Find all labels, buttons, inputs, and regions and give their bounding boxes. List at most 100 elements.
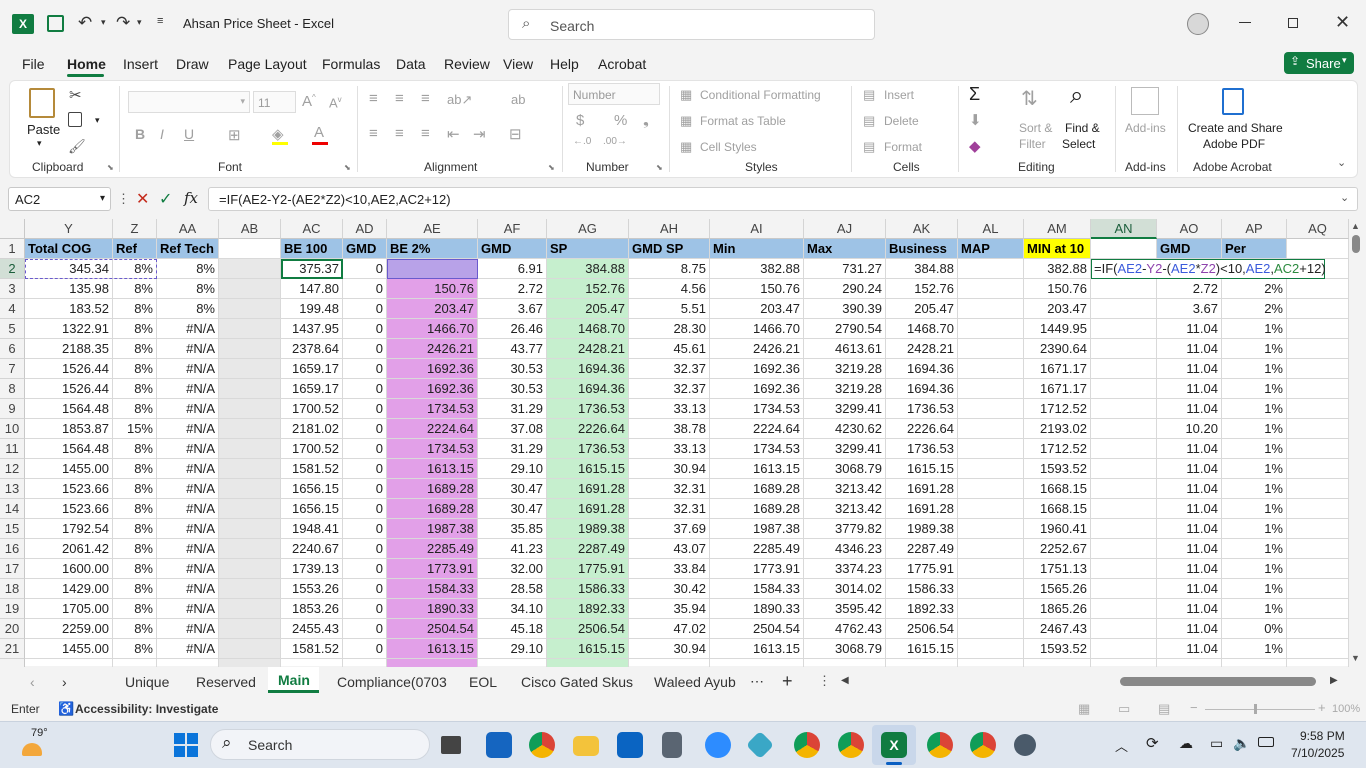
data-cell[interactable]: 30.53 xyxy=(478,359,547,379)
increase-decimal-icon[interactable]: ←.0 xyxy=(573,136,591,147)
data-cell[interactable]: 1960.41 xyxy=(1024,519,1091,539)
data-cell[interactable]: 33.13 xyxy=(629,399,710,419)
data-cell[interactable]: 1668.15 xyxy=(1024,499,1091,519)
vertical-scrollbar[interactable] xyxy=(1349,219,1366,666)
data-cell[interactable]: 30.47 xyxy=(478,499,547,519)
create-pdf-label-1[interactable]: Create and Share xyxy=(1188,121,1283,135)
data-cell[interactable] xyxy=(958,499,1024,519)
data-cell[interactable]: 1584.33 xyxy=(710,579,804,599)
data-cell[interactable] xyxy=(1091,319,1157,339)
scroll-tabs-right-icon[interactable]: › xyxy=(62,674,67,690)
data-cell[interactable]: 43.07 xyxy=(629,539,710,559)
customize-toolbar-icon[interactable]: ≡ xyxy=(157,15,163,27)
data-cell[interactable]: 1712.52 xyxy=(1024,439,1091,459)
data-cell[interactable]: 390.39 xyxy=(804,299,886,319)
data-cell[interactable]: 1694.36 xyxy=(547,359,629,379)
data-cell[interactable]: 11.04 xyxy=(1157,559,1222,579)
data-cell[interactable]: 0 xyxy=(343,259,387,279)
data-cell[interactable]: 31.29 xyxy=(478,399,547,419)
account-avatar[interactable] xyxy=(1187,13,1209,35)
store-icon[interactable] xyxy=(486,732,512,758)
data-cell[interactable]: 2.72 xyxy=(1157,279,1222,299)
data-cell[interactable]: 11.04 xyxy=(1157,539,1222,559)
paste-button[interactable]: Paste xyxy=(27,122,60,137)
data-cell[interactable]: 10.20 xyxy=(1157,419,1222,439)
data-cell[interactable] xyxy=(958,579,1024,599)
data-cell[interactable]: 8% xyxy=(113,339,157,359)
data-cell[interactable] xyxy=(1287,599,1349,619)
data-cell[interactable]: 2259.00 xyxy=(25,619,113,639)
data-cell[interactable]: 8% xyxy=(113,559,157,579)
zoom-slider-thumb[interactable] xyxy=(1254,704,1257,714)
data-cell[interactable]: 8% xyxy=(113,479,157,499)
scroll-tabs-left-icon[interactable]: ‹ xyxy=(30,674,35,690)
data-cell[interactable]: 2390.64 xyxy=(1024,339,1091,359)
data-cell[interactable]: 1734.53 xyxy=(387,439,478,459)
fill-color-icon[interactable]: ◈ xyxy=(272,125,284,143)
data-cell[interactable] xyxy=(958,619,1024,639)
column-header-z[interactable]: Z xyxy=(113,219,157,239)
data-cell[interactable]: 11.04 xyxy=(1157,459,1222,479)
data-cell[interactable]: 8% xyxy=(113,639,157,659)
data-cell[interactable] xyxy=(1091,439,1157,459)
data-cell[interactable]: 1705.00 xyxy=(25,599,113,619)
data-cell[interactable] xyxy=(958,319,1024,339)
data-cell[interactable] xyxy=(1287,379,1349,399)
row-header[interactable]: 3 xyxy=(0,279,25,299)
data-cell[interactable]: 1523.66 xyxy=(25,479,113,499)
data-cell[interactable]: 1890.33 xyxy=(710,599,804,619)
column-header-ad[interactable]: AD xyxy=(343,219,387,239)
format-as-table-icon[interactable]: ▦ xyxy=(680,113,692,129)
data-cell[interactable] xyxy=(958,399,1024,419)
format-cells-icon[interactable]: ▤ xyxy=(863,139,875,155)
data-cell[interactable] xyxy=(219,539,281,559)
data-cell[interactable] xyxy=(1287,639,1349,659)
row-header[interactable]: 6 xyxy=(0,339,25,359)
decrease-indent-icon[interactable]: ⇤ xyxy=(447,125,460,143)
data-cell[interactable]: 1689.28 xyxy=(710,479,804,499)
align-left-icon[interactable]: ≡ xyxy=(369,125,378,142)
data-cell[interactable]: 1% xyxy=(1222,379,1287,399)
add-ins-button[interactable]: Add-ins xyxy=(1125,121,1166,135)
data-cell[interactable]: 2287.49 xyxy=(886,539,958,559)
data-cell[interactable]: 1692.36 xyxy=(710,359,804,379)
data-cell[interactable] xyxy=(1287,359,1349,379)
data-cell[interactable] xyxy=(219,559,281,579)
data-cell[interactable] xyxy=(219,619,281,639)
bottom-align-icon[interactable]: ≡ xyxy=(421,90,430,107)
data-cell[interactable]: 1694.36 xyxy=(886,359,958,379)
data-cell[interactable]: 3.67 xyxy=(478,299,547,319)
data-cell[interactable]: 1429.00 xyxy=(25,579,113,599)
data-cell[interactable]: 1% xyxy=(1222,499,1287,519)
data-cell[interactable]: 1553.26 xyxy=(281,579,343,599)
data-cell[interactable]: 2.72 xyxy=(478,279,547,299)
row-header[interactable]: 21 xyxy=(0,639,25,659)
data-cell[interactable]: 1987.38 xyxy=(387,519,478,539)
sheet-tab-compliance[interactable]: Compliance(0703 xyxy=(337,674,447,690)
data-cell[interactable]: 205.47 xyxy=(886,299,958,319)
column-header-al[interactable]: AL xyxy=(958,219,1024,239)
data-cell[interactable] xyxy=(219,479,281,499)
data-cell[interactable]: 1890.33 xyxy=(387,599,478,619)
format-painter-icon[interactable]: 🖌 xyxy=(68,138,86,155)
column-header-aq[interactable]: AQ xyxy=(1287,219,1349,239)
data-cell[interactable]: 1671.17 xyxy=(1024,359,1091,379)
row-header[interactable]: 5 xyxy=(0,319,25,339)
minimize-icon[interactable] xyxy=(1239,22,1251,23)
data-cell[interactable]: 1692.36 xyxy=(387,379,478,399)
data-cell[interactable] xyxy=(1287,619,1349,639)
data-cell[interactable]: 1694.36 xyxy=(547,379,629,399)
header-cell-ac[interactable]: BE 100 xyxy=(281,239,343,259)
data-cell[interactable] xyxy=(1091,639,1157,659)
data-cell[interactable] xyxy=(1287,519,1349,539)
data-cell[interactable]: 1694.36 xyxy=(886,379,958,399)
data-cell[interactable]: 1613.15 xyxy=(387,639,478,659)
data-cell[interactable]: 1581.52 xyxy=(281,639,343,659)
data-cell[interactable]: 1455.00 xyxy=(25,639,113,659)
data-cell[interactable]: 0 xyxy=(343,639,387,659)
borders-icon[interactable]: ⊞ xyxy=(228,126,241,144)
data-cell[interactable]: #N/A xyxy=(157,359,219,379)
data-cell[interactable]: 4.56 xyxy=(629,279,710,299)
data-cell[interactable]: 11.04 xyxy=(1157,399,1222,419)
data-cell[interactable]: 2455.43 xyxy=(281,619,343,639)
